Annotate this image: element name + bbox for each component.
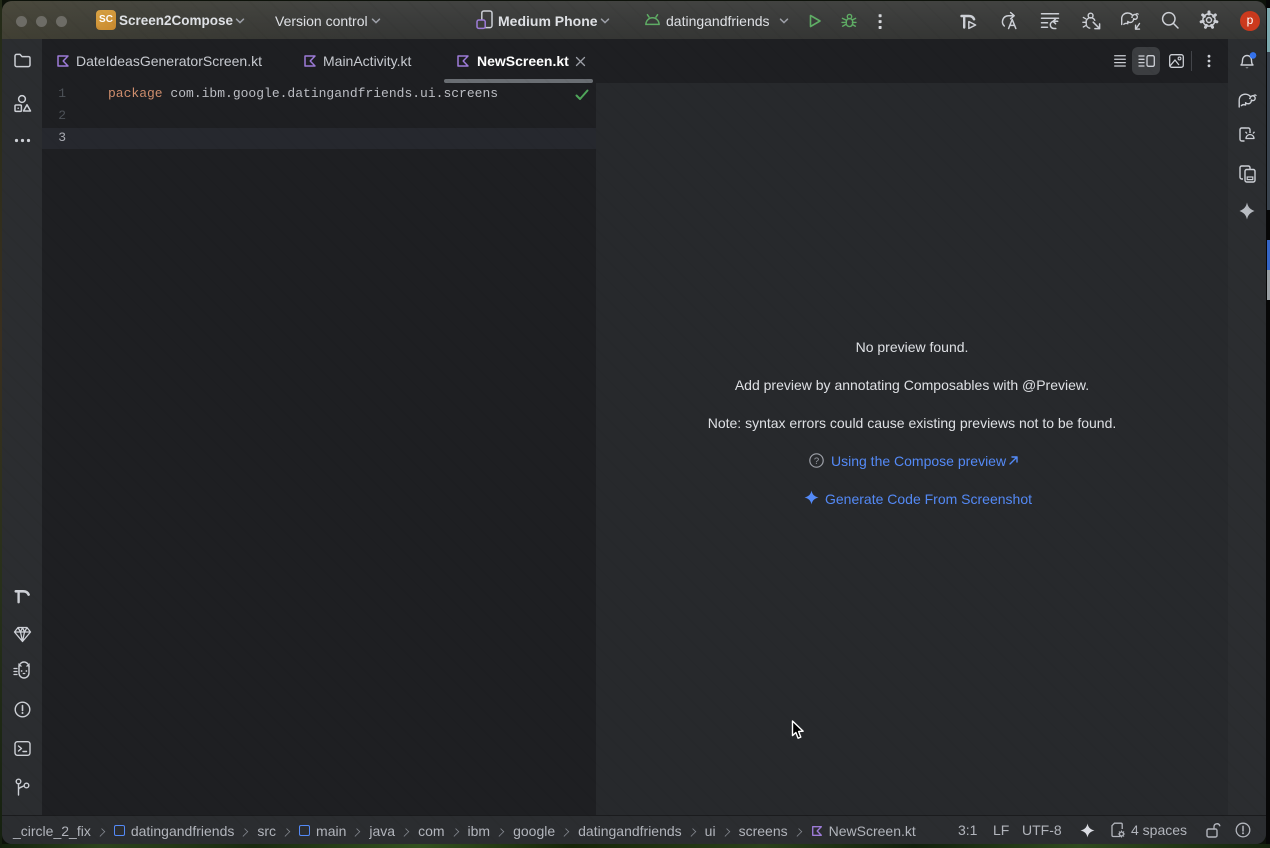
svg-text:?: ? [814, 456, 819, 467]
